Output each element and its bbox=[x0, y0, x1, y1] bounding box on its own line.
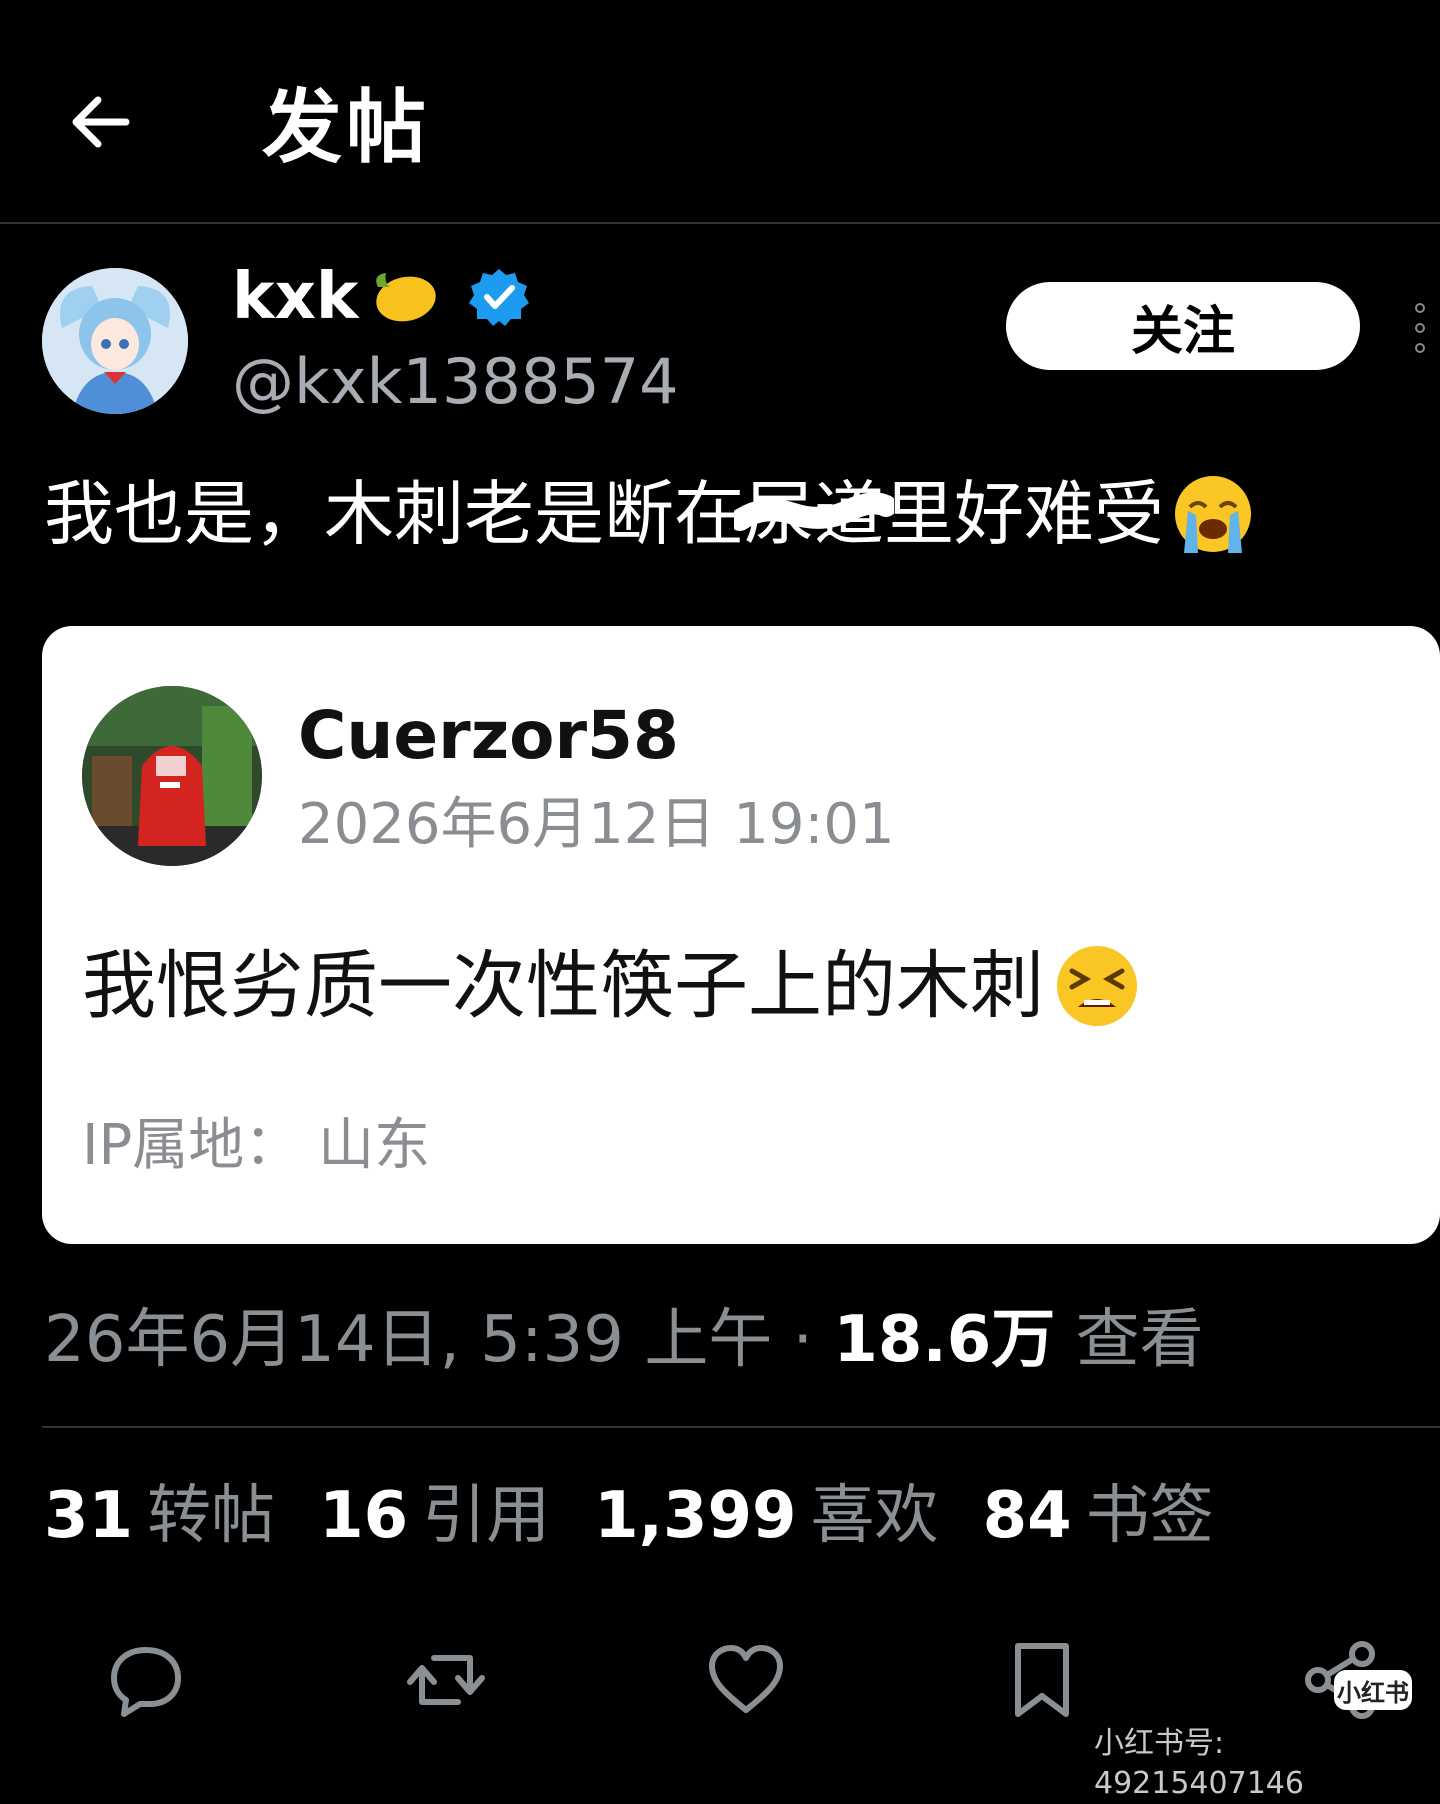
xiaohongshu-watermark-text: 小红书号: 49215407146 bbox=[1094, 1726, 1304, 1801]
quote-timestamp: 2026年6月12日 19:01 bbox=[298, 792, 895, 857]
stat-bookmarks-value: 84 bbox=[982, 1479, 1072, 1553]
quoted-post-card[interactable]: Cuerzor58 2026年6月12日 19:01 我恨劣质一次性筷子上的木刺… bbox=[42, 626, 1440, 1244]
quote-text: 我恨劣质一次性筷子上的木刺 bbox=[82, 936, 1142, 1036]
quote-text-body: 我恨劣质一次性筷子上的木刺 bbox=[82, 943, 1044, 1029]
stat-reposts[interactable]: 31 转帖 bbox=[44, 1476, 275, 1556]
xiaohongshu-watermark-badge: 小红书 bbox=[1334, 1670, 1412, 1710]
post-text-part: 我也是，木刺老是断在 bbox=[44, 473, 744, 555]
author-avatar[interactable] bbox=[42, 268, 188, 414]
author-handle[interactable]: @kxk1388574 bbox=[232, 344, 679, 420]
loudly-crying-face-icon bbox=[1175, 476, 1251, 553]
back-arrow-icon[interactable] bbox=[64, 86, 136, 158]
verified-badge-icon bbox=[469, 269, 530, 326]
stat-likes-value: 1,399 bbox=[594, 1479, 797, 1553]
stat-reposts-label: 转帖 bbox=[147, 1479, 276, 1553]
more-vertical-icon[interactable] bbox=[1410, 300, 1430, 356]
post-meta: 26年6月14日, 5:39 上午 · 18.6万 查看 bbox=[44, 1300, 1204, 1380]
post-datetime: 26年6月14日, 5:39 上午 · bbox=[44, 1303, 834, 1377]
tired-face-icon bbox=[1057, 946, 1137, 1026]
stat-likes-label: 喜欢 bbox=[810, 1479, 939, 1553]
retweet-icon[interactable] bbox=[406, 1640, 486, 1720]
quote-ip-location: IP属地： 山东 bbox=[82, 1113, 431, 1178]
post-text: 我也是，木刺老是断在 尿道 里好难受 bbox=[44, 466, 1256, 562]
meta-divider bbox=[42, 1426, 1440, 1428]
stat-bookmarks[interactable]: 84 书签 bbox=[983, 1476, 1214, 1556]
stat-quotes-value: 16 bbox=[319, 1479, 409, 1553]
stat-bookmarks-label: 书签 bbox=[1085, 1479, 1214, 1553]
quote-author-name[interactable]: Cuerzor58 bbox=[298, 696, 679, 776]
quote-author-avatar[interactable] bbox=[82, 686, 262, 866]
lemon-icon bbox=[376, 273, 437, 322]
scribbled-text: 尿道 bbox=[734, 466, 894, 562]
author-name[interactable]: kxk bbox=[232, 262, 358, 332]
engagement-stats: 31 转帖 16 引用 1,399 喜欢 84 书签 bbox=[44, 1476, 1214, 1556]
stat-quotes-label: 引用 bbox=[422, 1479, 551, 1553]
stat-quotes[interactable]: 16 引用 bbox=[319, 1476, 550, 1556]
stat-reposts-value: 31 bbox=[44, 1479, 134, 1553]
views-label: 查看 bbox=[1055, 1303, 1204, 1377]
views-count: 18.6万 bbox=[833, 1303, 1056, 1377]
stat-likes[interactable]: 1,399 喜欢 bbox=[594, 1476, 938, 1556]
post-text-part: 里好难受 bbox=[884, 473, 1164, 555]
header-divider bbox=[0, 222, 1440, 224]
page-title: 发帖 bbox=[262, 81, 430, 174]
bookmark-icon[interactable] bbox=[1002, 1640, 1082, 1720]
author-name-row: kxk bbox=[232, 262, 530, 332]
reply-icon[interactable] bbox=[106, 1640, 186, 1720]
scribble-overlay bbox=[734, 492, 894, 531]
like-icon[interactable] bbox=[706, 1640, 786, 1720]
follow-button[interactable]: 关注 bbox=[1006, 282, 1360, 370]
